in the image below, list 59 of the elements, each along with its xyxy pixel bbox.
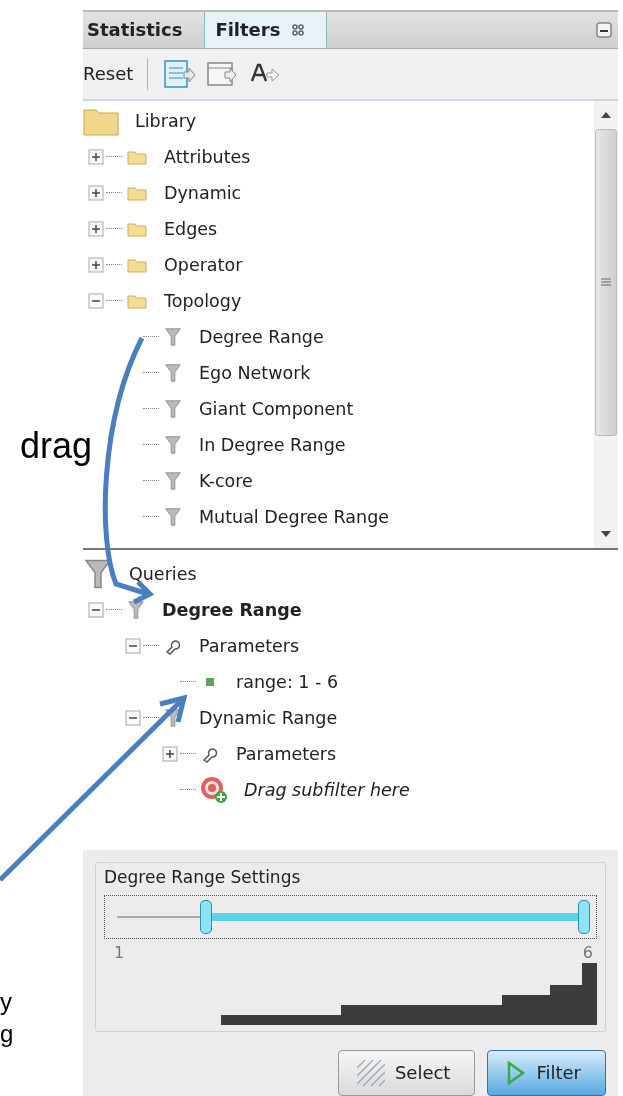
funnel-icon [163,326,183,347]
square-icon [206,677,214,686]
annotation-label: drag [20,428,93,464]
tree-item[interactable]: Library [135,110,197,131]
tree-item[interactable]: Mutual Degree Range [199,506,389,527]
scroll-up-icon[interactable] [600,110,612,119]
reset-button[interactable]: Reset [83,63,138,85]
play-icon [506,1060,527,1086]
close-icon[interactable] [292,23,305,36]
funnel-icon [163,434,183,455]
tree-item[interactable]: Parameters [199,635,300,656]
grip-icon [601,278,611,287]
tab[interactable]: Statistics [83,12,205,48]
tree-item[interactable]: Drag subfilter here [244,779,410,800]
range-slider[interactable] [104,895,597,939]
annotation-label: g [0,1022,14,1046]
minimize-icon[interactable] [596,21,612,38]
expander-icon[interactable] [162,745,178,762]
slider-thumb[interactable] [199,900,212,934]
tree-item[interactable]: Parameters [236,743,337,764]
expander-icon[interactable] [88,148,104,165]
tree-item[interactable]: Degree Range [162,599,302,620]
tree-item[interactable]: Degree Range [199,326,324,347]
funnel-icon [163,506,183,527]
min-value: 1 [114,943,125,962]
select-button[interactable]: Select [337,1050,476,1096]
scroll-down-icon[interactable] [600,529,612,538]
expander-icon[interactable] [125,709,141,726]
tree-item[interactable]: K-core [199,470,253,491]
tree-item[interactable]: Edges [164,218,218,239]
max-value: 6 [582,943,593,962]
tree-item[interactable]: Attributes [164,146,251,167]
funnel-icon [163,398,183,419]
group-title: Degree Range Settings [104,867,301,887]
expander-icon[interactable] [88,220,104,237]
tree-item[interactable]: Ego Network [199,362,311,383]
target-icon [200,775,228,804]
tree-item[interactable]: Operator [164,254,243,275]
funnel-icon [163,362,183,383]
filter-button[interactable]: Filter [487,1050,606,1096]
tree-item[interactable]: Giant Component [199,398,354,419]
tree-item[interactable]: In Degree Range [199,434,346,455]
expander-icon[interactable] [88,601,104,618]
tree-item[interactable]: Topology [164,290,242,311]
expander-icon[interactable] [88,184,104,201]
expander-icon[interactable] [125,637,141,654]
tree-item[interactable]: Dynamic Range [199,707,338,728]
scrollbar[interactable] [594,100,618,548]
hatch-icon [356,1060,385,1086]
tree-item[interactable]: Queries [129,563,197,584]
expander-icon[interactable] [88,292,104,309]
funnel-icon [126,599,146,620]
tree-item[interactable]: range: 1 - 6 [236,671,339,692]
annotation-label: y [0,990,12,1014]
tree-item[interactable]: Dynamic [164,182,242,203]
tab[interactable]: Filters [204,12,328,48]
funnel-icon [163,470,183,491]
slider-thumb[interactable] [578,900,590,934]
expander-icon[interactable] [88,256,104,273]
